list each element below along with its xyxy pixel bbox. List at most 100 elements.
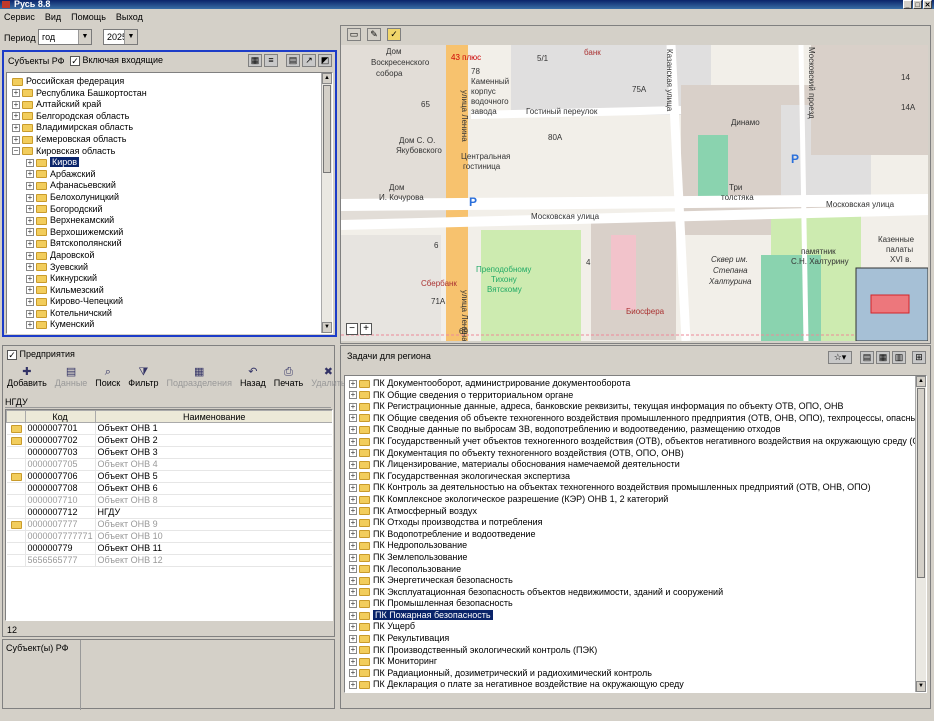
menu-help[interactable]: Помощь (71, 10, 106, 24)
tree-item-district[interactable]: + Кикнурский (10, 273, 322, 285)
expand-icon[interactable]: + (26, 263, 34, 272)
tree-item-district[interactable]: + Богородский (10, 204, 322, 216)
tree-root[interactable]: Российская федерация (10, 76, 322, 88)
tree-icon[interactable]: ▦ (248, 54, 262, 67)
toolbar-button-1[interactable]: ▤ Данные (55, 366, 88, 388)
expand-icon[interactable]: + (349, 460, 357, 469)
expand-icon[interactable]: + (349, 402, 357, 411)
expand-icon[interactable]: + (349, 541, 357, 550)
menu-exit[interactable]: Выход (116, 10, 143, 24)
expand-icon[interactable]: + (26, 181, 34, 190)
expand-icon[interactable]: + (349, 669, 357, 678)
expand-icon[interactable]: + (12, 135, 20, 144)
table-row[interactable]: 0000007702 Объект ОНВ 2 (6, 434, 332, 447)
expand-icon[interactable]: + (12, 100, 20, 109)
close-button[interactable]: ✕ (923, 0, 932, 9)
tasks-scrollbar[interactable]: ▲ ▼ (915, 376, 926, 692)
tree-item-district[interactable]: + Зуевский (10, 262, 322, 274)
expand-icon[interactable]: + (349, 565, 357, 574)
chart-icon[interactable]: ◩ (318, 54, 332, 67)
period-year-select[interactable]: 2025 ▼ (103, 29, 138, 45)
toolbar-button-5[interactable]: ↶ Назад (240, 366, 266, 388)
task-item[interactable]: + ПК Декларация о плате за негативное воз… (349, 679, 915, 691)
tree-item-region[interactable]: + Кемеровская область (10, 134, 322, 146)
tree-item-region[interactable]: + Белгородская область (10, 111, 322, 123)
expand-icon[interactable]: + (349, 391, 357, 400)
expand-icon[interactable]: + (349, 623, 357, 632)
toolbar-button-3[interactable]: ⧩ Фильтр (128, 366, 158, 388)
tree-item-district[interactable]: + Киров (10, 157, 322, 169)
tree-item-district[interactable]: + Даровской (10, 250, 322, 262)
include-nested[interactable]: ✓ Включая входящие (70, 55, 163, 66)
task-item[interactable]: + ПК Промышленная безопасность (349, 598, 915, 610)
expand-icon[interactable]: + (349, 588, 357, 597)
tree-item-district[interactable]: + Верхошижемский (10, 227, 322, 239)
col-name[interactable]: Наименование (94, 410, 332, 423)
expand-icon[interactable]: + (349, 553, 357, 562)
expand-icon[interactable]: + (349, 495, 357, 504)
task-item[interactable]: + ПК Лицензирование, материалы обосновани… (349, 459, 915, 471)
export-icon[interactable]: ↗ (302, 54, 316, 67)
zoom-out-button[interactable]: − (346, 323, 358, 335)
subjects-scrollbar[interactable]: ▲ ▼ (321, 73, 332, 333)
layers-icon[interactable]: ▭ (347, 28, 361, 41)
task-item[interactable]: + ПК Документация по объекту техногенного… (349, 448, 915, 460)
task-item[interactable]: + ПК Контроль за деятельностью на объекта… (349, 482, 915, 494)
expand-icon[interactable]: + (26, 158, 34, 167)
expand-icon[interactable]: + (349, 576, 357, 585)
toolbar-button-2[interactable]: ⌕ Поиск (95, 366, 120, 388)
col-code[interactable]: Код (24, 410, 96, 423)
table-row[interactable]: 0000007706 Объект ОНВ 5 (6, 470, 332, 483)
enterprises-header[interactable]: ✓ Предприятия (7, 349, 75, 360)
task-item[interactable]: + ПК Комплексное экологическое разрешение… (349, 494, 915, 506)
table-row[interactable]: 0000007703 Объект ОНВ 3 (6, 446, 332, 459)
task-item[interactable]: + ПК Общие сведения об объекте техногенно… (349, 413, 915, 425)
tree-item-district[interactable]: + Кильмезский (10, 285, 322, 297)
expand-icon[interactable]: + (349, 530, 357, 539)
task-item[interactable]: + ПК Рекультивация (349, 633, 915, 645)
task-item[interactable]: + ПК Водопотребление и водоотведение (349, 529, 915, 541)
scroll-thumb[interactable] (917, 388, 925, 578)
task-item[interactable]: + ПК Регистрационные данные, адреса, банк… (349, 401, 915, 413)
tree-item-region[interactable]: − Кировская область (10, 146, 322, 158)
expand-icon[interactable]: + (349, 379, 357, 388)
period-unit-select[interactable]: год ▼ (38, 29, 92, 45)
expand-icon[interactable]: + (26, 251, 34, 260)
expand-icon[interactable]: + (349, 483, 357, 492)
maximize-button[interactable]: □ (913, 0, 922, 9)
printer-icon[interactable]: ▤ (860, 351, 874, 364)
task-item[interactable]: + ПК Государственная экологическая экспер… (349, 471, 915, 483)
expand-icon[interactable]: ⊞ (912, 351, 926, 364)
task-item[interactable]: + ПК Лесопользование (349, 564, 915, 576)
task-item[interactable]: + ПК Радиационный, дозиметрический и ради… (349, 668, 915, 680)
expand-icon[interactable]: + (26, 193, 34, 202)
scroll-up-icon[interactable]: ▲ (916, 376, 926, 387)
grid-icon[interactable]: ▥ (892, 351, 906, 364)
expand-icon[interactable]: + (12, 124, 20, 132)
task-item[interactable]: + ПК Эксплуатационная безопасность объект… (349, 587, 915, 599)
expand-icon[interactable]: + (349, 646, 357, 655)
table-row[interactable]: 0000007701 Объект ОНВ 1 (6, 422, 332, 435)
scroll-down-icon[interactable]: ▼ (916, 681, 926, 692)
expand-icon[interactable]: + (12, 112, 20, 121)
expand-icon[interactable]: + (26, 274, 34, 283)
include-checkbox[interactable]: ✓ (70, 55, 80, 66)
map-view[interactable]: Дом Воскресенского собора 43 плюс банк К… (341, 45, 928, 341)
expand-icon[interactable]: + (26, 309, 34, 318)
expand-icon[interactable]: + (26, 286, 34, 295)
table-row[interactable]: 0000007708 Объект ОНВ 6 (6, 482, 332, 495)
expand-icon[interactable]: + (349, 472, 357, 481)
pen-icon[interactable]: ✎ (367, 28, 381, 41)
task-item[interactable]: + ПК Энергетическая безопасность (349, 575, 915, 587)
tree-item-district[interactable]: + Белохолуницкий (10, 192, 322, 204)
expand-icon[interactable]: + (349, 634, 357, 643)
expand-icon[interactable]: + (349, 611, 357, 620)
toolbar-button-0[interactable]: ✚ Добавить (7, 366, 47, 388)
scroll-up-icon[interactable]: ▲ (322, 73, 332, 84)
expand-icon[interactable]: + (349, 437, 357, 446)
zoom-in-button[interactable]: + (360, 323, 372, 335)
tree-icon[interactable]: ▦ (876, 351, 890, 364)
expand-icon[interactable]: + (12, 89, 20, 98)
expand-icon[interactable]: + (26, 170, 34, 179)
task-item[interactable]: + ПК Ущерб (349, 621, 915, 633)
